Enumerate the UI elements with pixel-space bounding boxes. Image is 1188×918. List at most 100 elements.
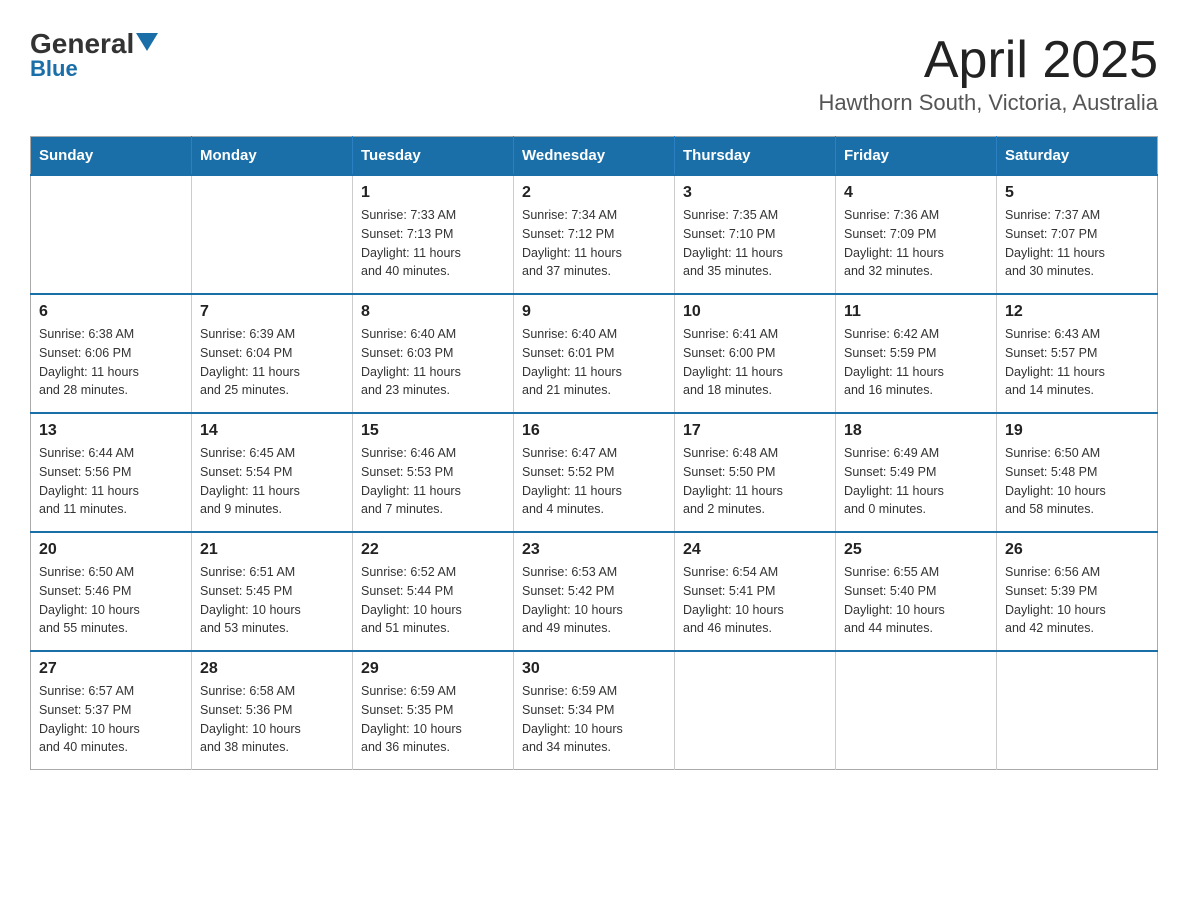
calendar-header: SundayMondayTuesdayWednesdayThursdayFrid… [31,137,1158,176]
calendar-cell [997,651,1158,770]
day-info: Sunrise: 6:59 AM Sunset: 5:34 PM Dayligh… [522,682,666,757]
day-number: 28 [200,660,344,678]
calendar-cell: 10Sunrise: 6:41 AM Sunset: 6:00 PM Dayli… [675,294,836,413]
days-of-week-row: SundayMondayTuesdayWednesdayThursdayFrid… [31,137,1158,176]
calendar-cell [836,651,997,770]
calendar-cell: 18 Sunrise: 6:49 AM Sunset: 5:49 PM Dayli… [836,413,997,532]
day-number: 12 [1005,303,1149,321]
day-number: 21 [200,541,344,559]
calendar-cell: 6Sunrise: 6:38 AM Sunset: 6:06 PM Daylig… [31,294,192,413]
day-info: Sunrise: 7:35 AM Sunset: 7:10 PM Dayligh… [683,206,827,281]
calendar-week-row: 27 Sunrise: 6:57 AM Sunset: 5:37 PM Dayli… [31,651,1158,770]
day-info: Sunrise: 6:45 AM Sunset: 5:54 PM Dayligh… [200,444,344,519]
day-number: 16 [522,422,666,440]
day-info: Sunrise: 6:50 AM Sunset: 5:48 PM Dayligh… [1005,444,1149,519]
logo-triangle-icon [136,33,158,51]
day-info: Sunrise: 6:58 AM Sunset: 5:36 PM Dayligh… [200,682,344,757]
day-of-week-header: Monday [192,137,353,176]
calendar-week-row: 13 Sunrise: 6:44 AM Sunset: 5:56 PM Dayli… [31,413,1158,532]
logo-blue: Blue [30,56,78,82]
day-number: 1 [361,184,505,202]
day-number: 15 [361,422,505,440]
calendar-cell: 5Sunrise: 7:37 AM Sunset: 7:07 PM Daylig… [997,175,1158,294]
day-info: Sunrise: 6:49 AM Sunset: 5:49 PM Dayligh… [844,444,988,519]
calendar-cell: 25 Sunrise: 6:55 AM Sunset: 5:40 PM Dayli… [836,532,997,651]
day-number: 6 [39,303,183,321]
calendar-cell: 2 Sunrise: 7:34 AM Sunset: 7:12 PM Daylig… [514,175,675,294]
day-info: Sunrise: 6:48 AM Sunset: 5:50 PM Dayligh… [683,444,827,519]
day-number: 2 [522,184,666,202]
day-number: 11 [844,303,988,321]
calendar-week-row: 6Sunrise: 6:38 AM Sunset: 6:06 PM Daylig… [31,294,1158,413]
day-number: 18 [844,422,988,440]
day-number: 26 [1005,541,1149,559]
day-number: 3 [683,184,827,202]
calendar-cell: 26 Sunrise: 6:56 AM Sunset: 5:39 PM Dayli… [997,532,1158,651]
logo: General Blue [30,30,158,82]
day-of-week-header: Thursday [675,137,836,176]
day-info: Sunrise: 6:56 AM Sunset: 5:39 PM Dayligh… [1005,563,1149,638]
calendar-cell: 7Sunrise: 6:39 AM Sunset: 6:04 PM Daylig… [192,294,353,413]
calendar-cell: 17 Sunrise: 6:48 AM Sunset: 5:50 PM Dayli… [675,413,836,532]
calendar-cell [192,175,353,294]
day-info: Sunrise: 6:43 AM Sunset: 5:57 PM Dayligh… [1005,325,1149,400]
logo-general: General [30,30,134,58]
calendar-cell: 16Sunrise: 6:47 AM Sunset: 5:52 PM Dayli… [514,413,675,532]
page-title: April 2025 [818,30,1158,90]
title-block: April 2025 Hawthorn South, Victoria, Aus… [818,30,1158,116]
calendar-cell: 1 Sunrise: 7:33 AM Sunset: 7:13 PM Daylig… [353,175,514,294]
day-number: 17 [683,422,827,440]
day-of-week-header: Wednesday [514,137,675,176]
calendar-cell: 9 Sunrise: 6:40 AM Sunset: 6:01 PM Daylig… [514,294,675,413]
day-info: Sunrise: 6:41 AM Sunset: 6:00 PM Dayligh… [683,325,827,400]
calendar-cell: 13 Sunrise: 6:44 AM Sunset: 5:56 PM Dayli… [31,413,192,532]
page-subtitle: Hawthorn South, Victoria, Australia [818,90,1158,116]
day-number: 5 [1005,184,1149,202]
calendar-cell: 22Sunrise: 6:52 AM Sunset: 5:44 PM Dayli… [353,532,514,651]
day-info: Sunrise: 7:36 AM Sunset: 7:09 PM Dayligh… [844,206,988,281]
calendar-cell: 30 Sunrise: 6:59 AM Sunset: 5:34 PM Dayli… [514,651,675,770]
day-number: 9 [522,303,666,321]
day-info: Sunrise: 6:52 AM Sunset: 5:44 PM Dayligh… [361,563,505,638]
calendar-week-row: 1 Sunrise: 7:33 AM Sunset: 7:13 PM Daylig… [31,175,1158,294]
calendar-cell: 29Sunrise: 6:59 AM Sunset: 5:35 PM Dayli… [353,651,514,770]
day-number: 7 [200,303,344,321]
calendar-cell [31,175,192,294]
day-info: Sunrise: 7:33 AM Sunset: 7:13 PM Dayligh… [361,206,505,281]
day-info: Sunrise: 7:34 AM Sunset: 7:12 PM Dayligh… [522,206,666,281]
day-number: 14 [200,422,344,440]
calendar-cell: 24 Sunrise: 6:54 AM Sunset: 5:41 PM Dayli… [675,532,836,651]
day-number: 19 [1005,422,1149,440]
calendar-cell [675,651,836,770]
day-number: 25 [844,541,988,559]
day-number: 8 [361,303,505,321]
day-info: Sunrise: 6:40 AM Sunset: 6:03 PM Dayligh… [361,325,505,400]
day-info: Sunrise: 6:57 AM Sunset: 5:37 PM Dayligh… [39,682,183,757]
day-info: Sunrise: 6:55 AM Sunset: 5:40 PM Dayligh… [844,563,988,638]
calendar-cell: 19 Sunrise: 6:50 AM Sunset: 5:48 PM Dayli… [997,413,1158,532]
day-of-week-header: Tuesday [353,137,514,176]
calendar-cell: 20Sunrise: 6:50 AM Sunset: 5:46 PM Dayli… [31,532,192,651]
calendar-cell: 12 Sunrise: 6:43 AM Sunset: 5:57 PM Dayli… [997,294,1158,413]
calendar-cell: 28 Sunrise: 6:58 AM Sunset: 5:36 PM Dayli… [192,651,353,770]
day-number: 4 [844,184,988,202]
day-info: Sunrise: 6:54 AM Sunset: 5:41 PM Dayligh… [683,563,827,638]
day-info: Sunrise: 6:46 AM Sunset: 5:53 PM Dayligh… [361,444,505,519]
day-number: 24 [683,541,827,559]
calendar-cell: 4 Sunrise: 7:36 AM Sunset: 7:09 PM Daylig… [836,175,997,294]
day-info: Sunrise: 6:44 AM Sunset: 5:56 PM Dayligh… [39,444,183,519]
day-info: Sunrise: 6:50 AM Sunset: 5:46 PM Dayligh… [39,563,183,638]
day-info: Sunrise: 6:40 AM Sunset: 6:01 PM Dayligh… [522,325,666,400]
calendar-cell: 8 Sunrise: 6:40 AM Sunset: 6:03 PM Daylig… [353,294,514,413]
day-number: 13 [39,422,183,440]
day-number: 29 [361,660,505,678]
day-number: 30 [522,660,666,678]
calendar-cell: 14 Sunrise: 6:45 AM Sunset: 5:54 PM Dayli… [192,413,353,532]
calendar-week-row: 20Sunrise: 6:50 AM Sunset: 5:46 PM Dayli… [31,532,1158,651]
day-info: Sunrise: 6:51 AM Sunset: 5:45 PM Dayligh… [200,563,344,638]
calendar-cell: 23Sunrise: 6:53 AM Sunset: 5:42 PM Dayli… [514,532,675,651]
calendar-cell: 15 Sunrise: 6:46 AM Sunset: 5:53 PM Dayli… [353,413,514,532]
day-info: Sunrise: 6:53 AM Sunset: 5:42 PM Dayligh… [522,563,666,638]
day-number: 27 [39,660,183,678]
calendar-cell: 21 Sunrise: 6:51 AM Sunset: 5:45 PM Dayli… [192,532,353,651]
